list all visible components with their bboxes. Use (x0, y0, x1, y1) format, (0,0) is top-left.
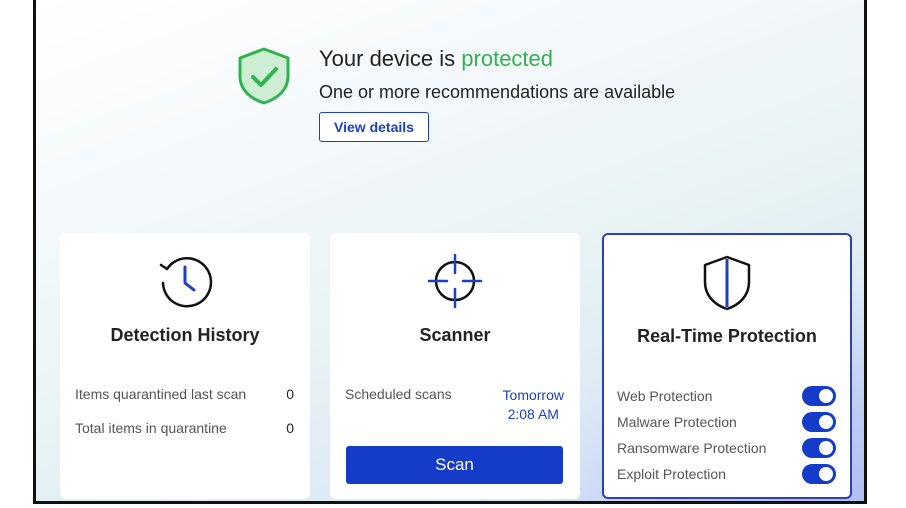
crosshair-icon (427, 253, 483, 314)
malware-protection-toggle[interactable] (802, 412, 836, 432)
row-value: 0 (286, 420, 294, 436)
status-protected-label: protected (461, 46, 554, 71)
web-protection-toggle[interactable] (802, 386, 836, 406)
exploit-protection-label: Exploit Protection (617, 466, 726, 482)
real-time-protection-card[interactable]: Real-Time Protection Web Protection Malw… (602, 233, 852, 499)
scanner-title: Scanner (419, 325, 491, 345)
status-text: Your device is protected One or more rec… (319, 46, 819, 142)
status-subtext: One or more recommendations are availabl… (319, 82, 676, 102)
shield-half-icon (699, 254, 755, 317)
ransomware-protection-row: Ransomware Protection (617, 438, 836, 458)
real-time-protection-title: Real-Time Protection (637, 326, 817, 346)
toggle-knob (819, 441, 833, 455)
malware-protection-row: Malware Protection (617, 412, 836, 432)
view-details-button[interactable]: View details (319, 112, 429, 142)
quarantined-last-scan-row: Items quarantined last scan 0 (75, 386, 294, 402)
toggle-knob (819, 415, 833, 429)
exploit-protection-toggle[interactable] (802, 464, 836, 484)
ransomware-protection-label: Ransomware Protection (617, 440, 767, 456)
shield-check-icon (236, 46, 292, 106)
scheduled-time: 2:08 AM (507, 406, 559, 422)
ransomware-protection-toggle[interactable] (802, 438, 836, 458)
exploit-protection-row: Exploit Protection (617, 464, 836, 484)
web-protection-row: Web Protection (617, 386, 836, 406)
scan-button[interactable]: Scan (346, 446, 563, 484)
scanner-card[interactable]: Scanner Scheduled scans Tomorrow 2:08 AM… (330, 233, 580, 499)
dashboard-panel: Your device is protected One or more rec… (33, 0, 867, 504)
row-value: 0 (286, 386, 294, 402)
row-label: Total items in quarantine (75, 420, 227, 436)
row-label: Items quarantined last scan (75, 386, 247, 402)
toggle-knob (819, 389, 833, 403)
scheduled-scan-time-link[interactable]: Tomorrow 2:08 AM (503, 386, 564, 424)
scheduled-day: Tomorrow (502, 387, 564, 403)
malware-protection-label: Malware Protection (617, 414, 737, 430)
scheduled-scans-label: Scheduled scans (345, 386, 452, 402)
toggle-knob (819, 467, 833, 481)
detection-history-title: Detection History (110, 325, 260, 345)
detection-history-card[interactable]: Detection History Items quarantined last… (60, 233, 310, 499)
status-headline-prefix: Your device is (319, 46, 462, 71)
clock-history-icon (157, 253, 213, 314)
status-headline: Your device is protected (319, 46, 819, 72)
total-quarantine-row: Total items in quarantine 0 (75, 420, 294, 436)
web-protection-label: Web Protection (617, 388, 713, 404)
